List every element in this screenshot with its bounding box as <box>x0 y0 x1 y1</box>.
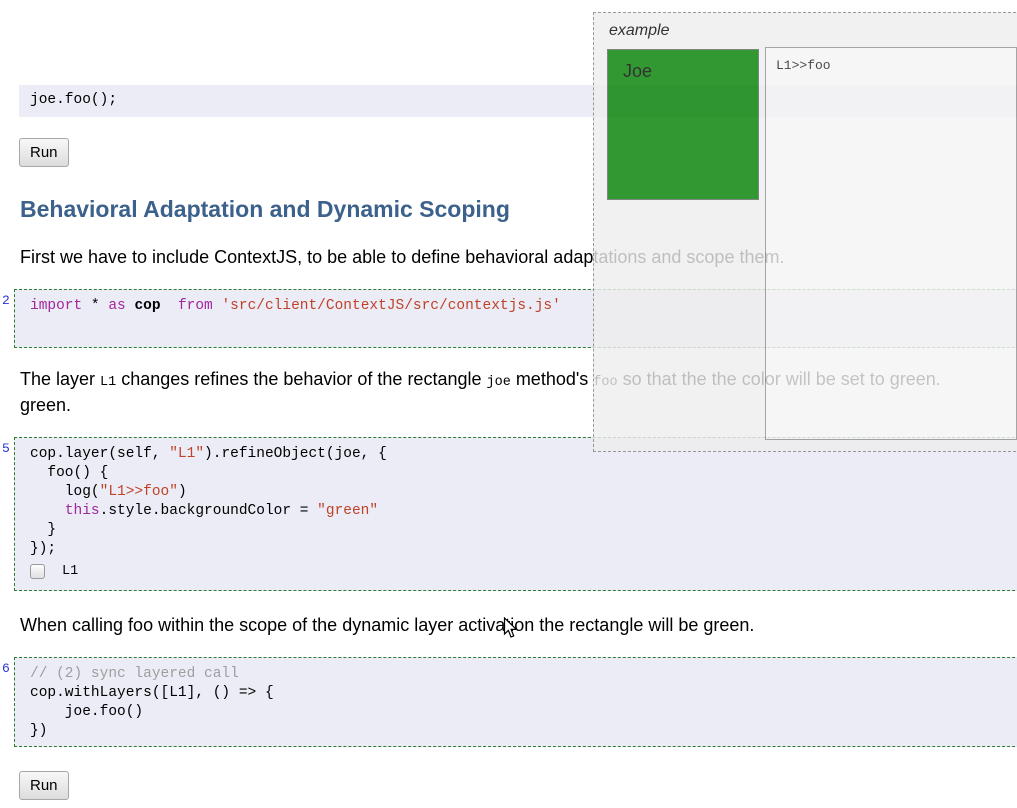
paragraph-when-calling-foo: When calling foo within the scope of the… <box>20 615 755 635</box>
log-entry: L1>>foo <box>776 58 831 73</box>
layer-toggle-row: L1 <box>30 561 1017 582</box>
inline-code-joe: joe <box>486 375 511 390</box>
log-pane: L1>>foo <box>765 47 1017 440</box>
code-line: log("L1>>foo") <box>30 484 187 500</box>
line-number: 6 <box>2 661 10 676</box>
example-window-title: example <box>609 22 670 39</box>
code-line: } <box>30 522 57 538</box>
code-line: joe.foo() <box>30 704 144 720</box>
page: { "colors": { "heading": "#3b618c", "cod… <box>0 0 1017 808</box>
code-line: }) <box>30 723 48 739</box>
code-line: // (2) sync layered call <box>30 666 239 682</box>
code-line: cop.withLayers([L1], () => { <box>30 685 274 701</box>
mouse-cursor-icon <box>503 616 518 644</box>
inline-code-l1: L1 <box>100 375 117 390</box>
code-line: foo() { <box>30 465 109 481</box>
code-cell-6[interactable]: 6 // (2) sync layered call cop.withLayer… <box>2 657 1017 747</box>
line-number: 5 <box>2 441 10 456</box>
line-number: 2 <box>2 293 10 308</box>
run-button-2[interactable]: Run <box>19 771 69 800</box>
layer-checkbox[interactable] <box>30 564 45 579</box>
code-line: }); <box>30 541 57 557</box>
run-button-1[interactable]: Run <box>19 138 69 167</box>
layer-checkbox-label: L1 <box>62 564 79 579</box>
example-window[interactable]: example Joe L1>>foo <box>593 12 1017 452</box>
joe-rectangle-label: Joe <box>623 61 653 81</box>
code-cell-5[interactable]: 5 cop.layer(self, "L1").refineObject(joe… <box>2 437 1017 591</box>
code-line: this.style.backgroundColor = "green" <box>64 503 379 519</box>
joe-rectangle[interactable]: Joe <box>607 49 759 200</box>
